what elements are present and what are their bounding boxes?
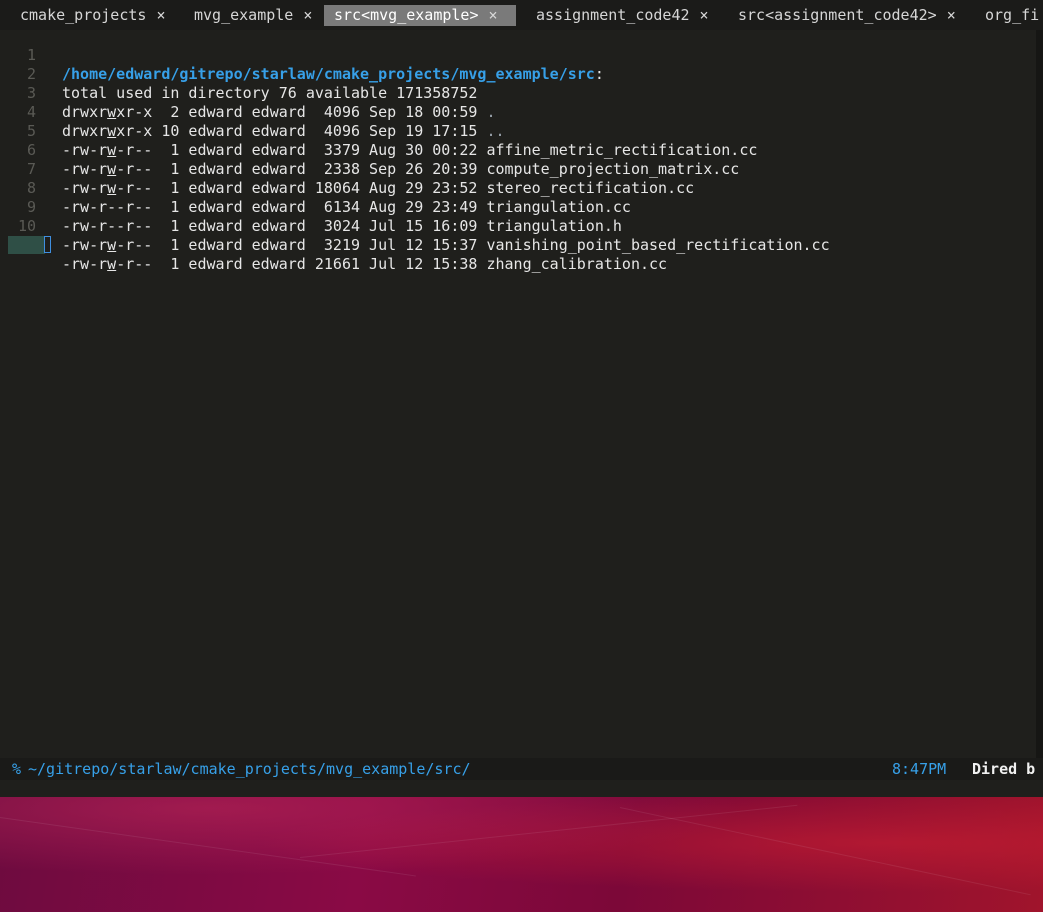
file-name[interactable]: triangulation.cc [486,198,631,216]
tab-label: org_fi [985,6,1040,24]
file-name[interactable]: affine_metric_rectification.cc [486,141,757,159]
permissions: --r-- [107,217,153,235]
file-name[interactable]: . [486,103,495,121]
permissions-group-write: w [107,103,117,121]
wallpaper-streak [0,817,416,877]
tab-label: cmake_projects [20,6,147,24]
dired-entry[interactable]: 10 -rw-rw-r-- 1 edward edward 3219 Jul 1… [0,198,830,254]
window-edge [1036,30,1043,758]
close-icon[interactable]: × [700,6,709,24]
dired-header-line: 1 /home/edward/gitrepo/starlaw/cmake_pro… [0,27,604,83]
permissions: -r-- [116,141,153,159]
major-mode: Dired b [972,760,1036,778]
file-details: 2 edward edward 4096 Sep 18 00:59 [152,103,487,121]
tab-mvg-example[interactable]: mvg_example × [184,5,320,26]
directory-path[interactable]: /home/edward/gitrepo/starlaw/cmake_proje… [62,65,595,83]
permissions: -rw-r [62,198,108,216]
file-details: 1 edward edward 2338 Sep 26 20:39 [152,160,487,178]
dired-entry[interactable]: 4 drwxrwxr-x 10 edward edward 4096 Sep 1… [0,84,505,140]
dired-entry[interactable]: 5 -rw-rw-r-- 1 edward edward 3379 Aug 30… [0,103,757,159]
current-line-highlight [8,236,45,254]
permissions: xr-x [116,103,153,121]
dired-entry[interactable]: 11 -rw-rw-r-- 1 edward edward 21661 Jul … [0,217,667,273]
file-name[interactable]: stereo_rectification.cc [486,179,694,197]
minibuffer[interactable] [0,780,1043,797]
file-details: 1 edward edward 18064 Aug 29 23:52 [152,179,487,197]
file-details: 1 edward edward 3379 Aug 30 00:22 [152,141,487,159]
file-details: 1 edward edward 3219 Jul 12 15:37 [152,236,487,254]
close-icon[interactable]: × [489,6,498,24]
tab-label: assignment_code42 [536,6,690,24]
permissions: --r-- [107,198,153,216]
permissions: -r-- [116,255,153,273]
mode-line: % ~/gitrepo/starlaw/cmake_projects/mvg_e… [0,758,1043,780]
modified-indicator: % [12,760,22,778]
tab-org-files[interactable]: org_fi [975,5,1043,26]
tab-label: mvg_example [194,6,294,24]
clock: 8:47PM [892,760,947,778]
permissions-group-write: w [107,141,117,159]
file-name[interactable]: vanishing_point_based_rectification.cc [486,236,829,254]
buffer-path: ~/gitrepo/starlaw/cmake_projects/mvg_exa… [28,760,471,778]
desktop-wallpaper [0,797,1043,912]
permissions: -r-- [116,236,153,254]
directory-summary: total used in directory 76 available 171… [62,84,478,102]
tab-assignment-code42[interactable]: assignment_code42 × [526,5,717,26]
permissions: -rw-r [62,160,108,178]
permissions: -r-- [116,179,153,197]
permissions: -rw-r [62,141,108,159]
permissions-group-write: w [107,160,117,178]
header-colon: : [594,65,604,83]
file-name[interactable]: zhang_calibration.cc [486,255,667,273]
file-name[interactable]: compute_projection_matrix.cc [486,160,739,178]
permissions: -rw-r [62,179,108,197]
dired-entry[interactable]: 9 -rw-r--r-- 1 edward edward 3024 Jul 15… [0,179,622,235]
tab-bar: cmake_projects × mvg_example × src<mvg_exa… [0,0,1043,30]
permissions: drwxr [62,122,108,140]
tab-src-mvg-example[interactable]: src<mvg_example> × [324,5,516,26]
text-cursor [44,236,51,253]
file-details: 10 edward edward 4096 Sep 19 17:15 [152,122,487,140]
permissions: -rw-r [62,217,108,235]
close-icon[interactable]: × [947,6,956,24]
permissions-group-write: w [107,236,117,254]
dired-buffer[interactable]: 1 /home/edward/gitrepo/starlaw/cmake_pro… [0,30,1043,758]
permissions: -r-- [116,160,153,178]
file-details: 1 edward edward 21661 Jul 12 15:38 [152,255,487,273]
tab-src-assignment-code42[interactable]: src<assignment_code42> × [728,5,964,26]
permissions: -rw-r [62,255,108,273]
permissions-group-write: w [107,179,117,197]
close-icon[interactable]: × [156,6,165,24]
tab-label: src<mvg_example> [334,6,479,24]
tab-cmake-projects[interactable]: cmake_projects × [10,5,173,26]
file-name[interactable]: triangulation.h [486,217,621,235]
dired-entry[interactable]: 8 -rw-r--r-- 1 edward edward 6134 Aug 29… [0,160,631,216]
permissions: xr-x [116,122,153,140]
wallpaper-streak [619,807,1031,896]
file-name[interactable]: .. [486,122,504,140]
file-details: 1 edward edward 6134 Aug 29 23:49 [152,198,487,216]
permissions-group-write: w [107,255,117,273]
permissions: -rw-r [62,236,108,254]
file-details: 1 edward edward 3024 Jul 15 16:09 [152,217,487,235]
permissions-group-write: w [107,122,117,140]
wallpaper-streak [300,804,798,858]
directory-summary-line: 2 total used in directory 76 available 1… [0,46,477,102]
dired-entry[interactable]: 7 -rw-rw-r-- 1 edward edward 18064 Aug 2… [0,141,694,197]
dired-entry[interactable]: 3 drwxrwxr-x 2 edward edward 4096 Sep 18… [0,65,496,121]
tab-label: src<assignment_code42> [738,6,937,24]
dired-entry[interactable]: 6 -rw-rw-r-- 1 edward edward 2338 Sep 26… [0,122,739,178]
close-icon[interactable]: × [303,6,312,24]
permissions: drwxr [62,103,108,121]
